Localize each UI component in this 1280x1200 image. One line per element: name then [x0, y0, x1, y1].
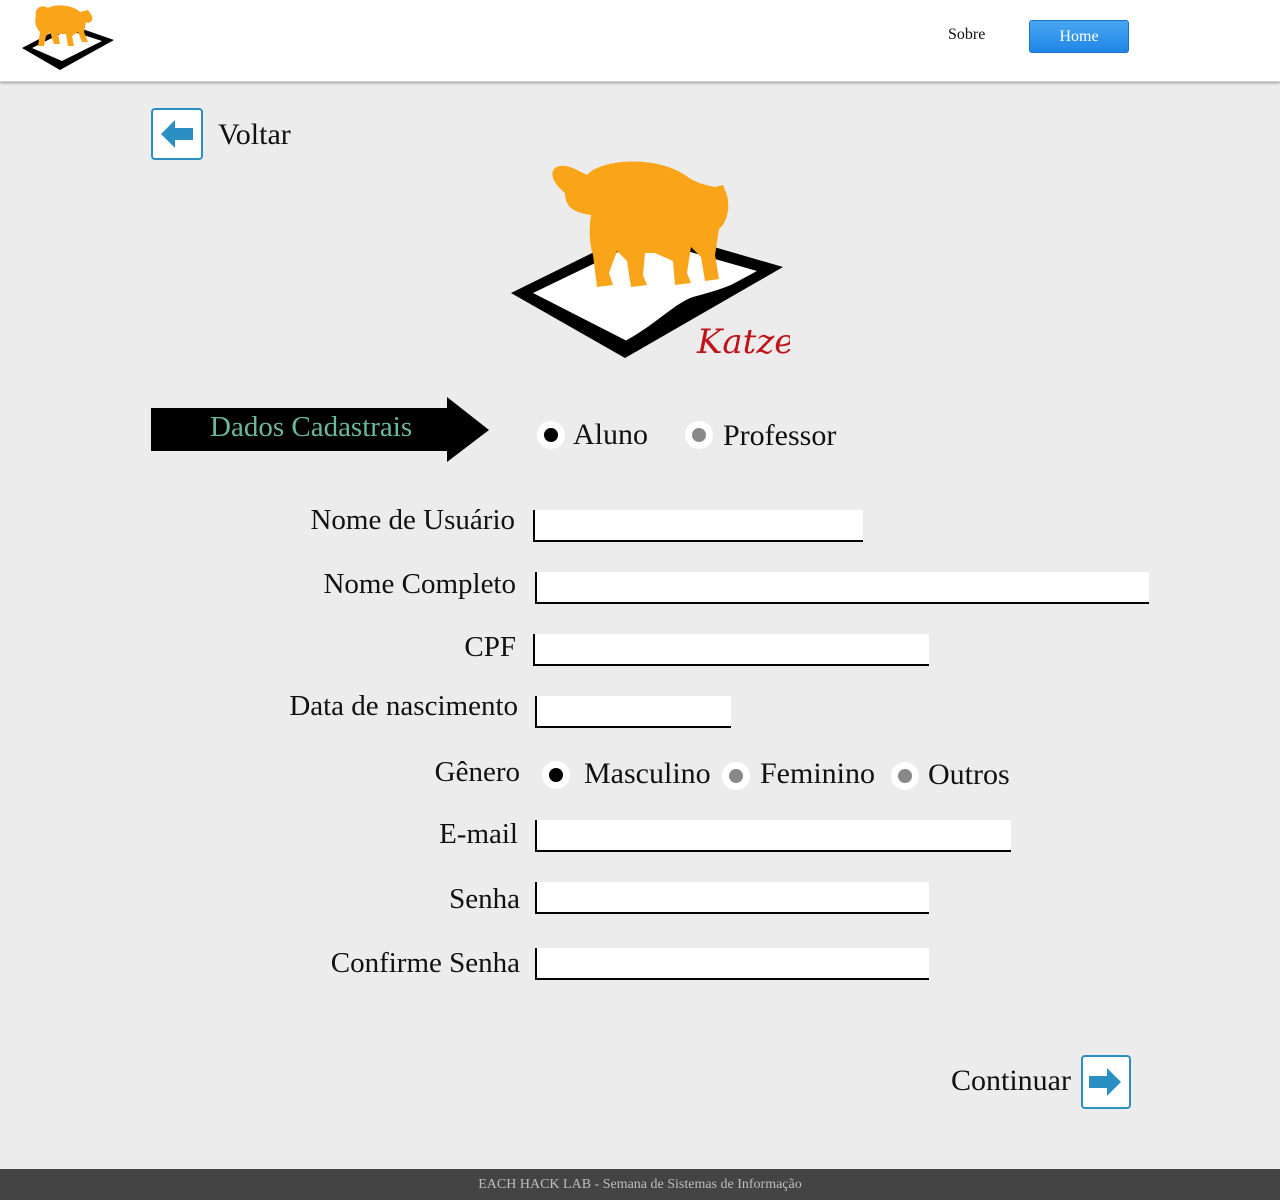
radio-aluno-label[interactable]: Aluno	[573, 418, 648, 452]
cpf-label: CPF	[464, 631, 516, 663]
password-input[interactable]	[535, 882, 929, 914]
birthdate-input[interactable]	[535, 696, 731, 728]
fullname-input[interactable]	[535, 572, 1149, 604]
username-label: Nome de Usuário	[310, 504, 515, 536]
top-header: Sobre Home	[0, 0, 1280, 82]
radio-masculino[interactable]	[542, 761, 570, 789]
radio-outros-label[interactable]: Outros	[928, 758, 1010, 792]
email-label: E-mail	[439, 818, 518, 850]
email-input[interactable]	[535, 820, 1011, 852]
nav-link-sobre[interactable]: Sobre	[948, 26, 985, 44]
username-input[interactable]	[533, 510, 863, 542]
continue-button[interactable]	[1081, 1055, 1131, 1109]
radio-professor-label[interactable]: Professor	[723, 419, 836, 453]
header-logo[interactable]	[20, 2, 116, 74]
radio-feminino[interactable]	[722, 762, 750, 790]
logo-wordmark: Katze	[696, 322, 790, 362]
back-button[interactable]	[151, 108, 203, 160]
radio-professor[interactable]	[685, 421, 713, 449]
gender-label: Gênero	[434, 756, 520, 788]
section-title: Dados Cadastrais	[210, 411, 413, 443]
section-banner: Dados Cadastrais	[151, 395, 496, 465]
katze-logo: Katze	[505, 155, 794, 365]
password-label: Senha	[449, 883, 520, 915]
radio-masculino-label[interactable]: Masculino	[584, 757, 711, 791]
radio-feminino-label[interactable]: Feminino	[760, 757, 875, 791]
birthdate-label: Data de nascimento	[289, 690, 518, 722]
radio-aluno[interactable]	[537, 421, 565, 449]
back-label[interactable]: Voltar	[218, 118, 291, 152]
arrow-right-icon	[1089, 1068, 1121, 1096]
fullname-label: Nome Completo	[323, 568, 516, 600]
confirm-password-label: Confirme Senha	[330, 947, 520, 979]
arrow-left-icon	[161, 120, 193, 148]
footer: EACH HACK LAB - Semana de Sistemas de In…	[0, 1169, 1280, 1200]
nav-home-button[interactable]: Home	[1029, 20, 1129, 53]
cpf-input[interactable]	[533, 634, 929, 666]
continue-label[interactable]: Continuar	[951, 1064, 1071, 1098]
confirm-password-input[interactable]	[535, 948, 929, 980]
radio-outros[interactable]	[891, 762, 919, 790]
